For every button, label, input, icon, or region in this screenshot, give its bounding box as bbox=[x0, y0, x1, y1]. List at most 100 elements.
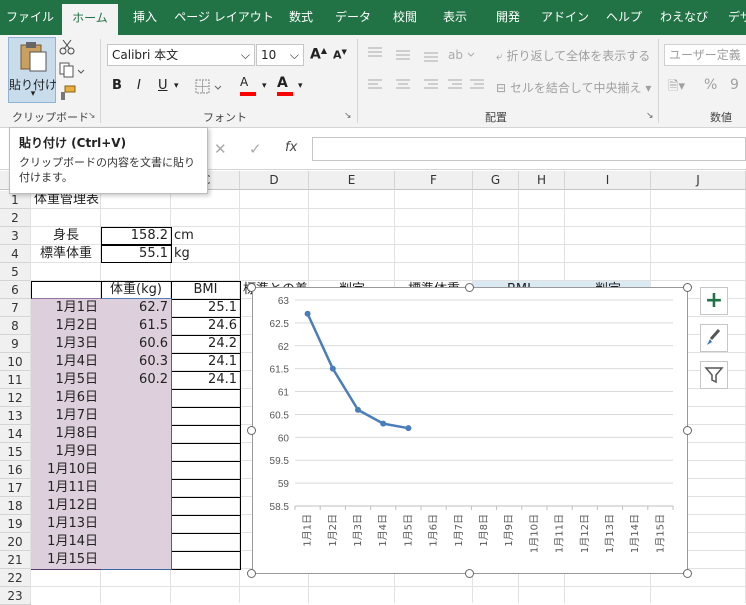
x-tick-label: 1月4日 bbox=[377, 514, 389, 547]
date-cell[interactable]: 1月4日 bbox=[31, 353, 101, 371]
bmi-cell[interactable]: 25.1 bbox=[171, 299, 240, 317]
chart-resize-handle[interactable] bbox=[247, 426, 256, 435]
bmi-cell[interactable] bbox=[171, 515, 240, 533]
chart-styles-button[interactable] bbox=[700, 324, 728, 352]
x-tick-label: 1月11日 bbox=[554, 514, 566, 553]
chart-resize-handle[interactable] bbox=[247, 569, 256, 578]
header-bmi-cell[interactable]: BMI bbox=[171, 281, 240, 299]
x-tick-label: 1月10日 bbox=[528, 514, 540, 553]
date-cell[interactable]: 1月7日 bbox=[31, 407, 101, 425]
data-point bbox=[329, 365, 336, 372]
y-tick-label: 59 bbox=[278, 479, 290, 490]
date-cell[interactable]: 1月11日 bbox=[31, 479, 101, 497]
x-tick-label: 1月13日 bbox=[604, 514, 616, 553]
weight-cell[interactable] bbox=[101, 407, 171, 425]
weight-cell[interactable]: 62.7 bbox=[101, 299, 171, 317]
weight-cell[interactable]: 60.3 bbox=[101, 353, 171, 371]
data-point bbox=[355, 406, 361, 413]
y-tick-label: 60 bbox=[278, 433, 290, 444]
weight-cell[interactable]: 60.6 bbox=[101, 335, 171, 353]
bmi-cell[interactable] bbox=[171, 497, 240, 515]
paste-tooltip: 貼り付け (Ctrl+V) クリップボードの内容を文書に貼り付けます。 bbox=[9, 127, 208, 194]
weight-cell[interactable] bbox=[101, 479, 171, 497]
x-tick-label: 1月1日 bbox=[302, 514, 314, 547]
header-weight-cell[interactable]: 体重(kg) bbox=[101, 281, 171, 299]
std-weight-value-cell[interactable]: 55.1 bbox=[101, 245, 172, 263]
chart-resize-handle[interactable] bbox=[465, 283, 474, 292]
date-cell[interactable]: 1月6日 bbox=[31, 389, 101, 407]
bmi-cell[interactable] bbox=[171, 389, 240, 407]
bmi-cell[interactable] bbox=[171, 407, 240, 425]
x-tick-label: 1月6日 bbox=[428, 514, 440, 547]
x-tick-label: 1月9日 bbox=[503, 514, 515, 547]
bmi-cell[interactable]: 24.1 bbox=[171, 371, 240, 389]
x-tick-label: 1月14日 bbox=[629, 514, 641, 553]
x-tick-label: 1月3日 bbox=[352, 514, 364, 547]
height-unit-cell[interactable]: cm bbox=[171, 227, 240, 245]
bmi-cell[interactable] bbox=[171, 479, 240, 497]
y-tick-label: 59.5 bbox=[270, 456, 290, 467]
date-cell[interactable]: 1月15日 bbox=[31, 551, 101, 569]
plus-icon: + bbox=[704, 288, 724, 313]
std-weight-label-cell[interactable]: 標準体重 bbox=[31, 245, 101, 263]
bmi-cell[interactable] bbox=[171, 425, 240, 443]
weight-cell[interactable] bbox=[101, 443, 171, 461]
date-cell[interactable]: 1月14日 bbox=[31, 533, 101, 551]
y-tick-label: 60.5 bbox=[270, 410, 290, 421]
y-tick-label: 62 bbox=[278, 342, 290, 353]
weight-cell[interactable]: 61.5 bbox=[101, 317, 171, 335]
weight-cell[interactable] bbox=[101, 389, 171, 407]
weight-cell[interactable] bbox=[101, 425, 171, 443]
weight-line-chart[interactable]: 63 62.5 62 61.5 61 60.5 60 59.5 59 58.5 1月1日 1月2日 1月… bbox=[252, 287, 688, 574]
bmi-cell[interactable] bbox=[171, 443, 240, 461]
x-tick-label: 1月15日 bbox=[654, 514, 666, 553]
chart-resize-handle[interactable] bbox=[683, 569, 692, 578]
date-cell[interactable]: 1月9日 bbox=[31, 443, 101, 461]
bmi-cell[interactable]: 24.6 bbox=[171, 317, 240, 335]
chart-resize-handle[interactable] bbox=[247, 283, 256, 292]
bmi-cell[interactable] bbox=[171, 461, 240, 479]
bmi-cell[interactable] bbox=[171, 533, 240, 551]
weight-cell[interactable] bbox=[101, 497, 171, 515]
chart-resize-handle[interactable] bbox=[465, 569, 474, 578]
height-label-cell[interactable]: 身長 bbox=[31, 227, 101, 245]
weight-cell[interactable] bbox=[101, 533, 171, 551]
x-tick-label: 1月5日 bbox=[402, 514, 414, 547]
data-point bbox=[380, 420, 387, 427]
y-tick-label: 62.5 bbox=[270, 319, 290, 330]
data-point bbox=[405, 425, 412, 432]
chart-elements-button[interactable]: + bbox=[700, 287, 728, 315]
chart-resize-handle[interactable] bbox=[683, 426, 692, 435]
date-cell[interactable]: 1月8日 bbox=[31, 425, 101, 443]
brush-icon bbox=[707, 329, 721, 345]
date-cell[interactable]: 1月13日 bbox=[31, 515, 101, 533]
tooltip-body: クリップボードの内容を文書に貼り付けます。 bbox=[19, 156, 195, 184]
filter-icon bbox=[704, 367, 724, 384]
x-tick-label: 1月2日 bbox=[327, 514, 339, 547]
data-point bbox=[304, 310, 311, 317]
y-tick-label: 63 bbox=[278, 296, 290, 307]
date-cell[interactable]: 1月10日 bbox=[31, 461, 101, 479]
date-cell[interactable]: 1月5日 bbox=[31, 371, 101, 389]
y-tick-label: 61 bbox=[278, 388, 290, 399]
bmi-cell[interactable] bbox=[171, 551, 240, 569]
chart-resize-handle[interactable] bbox=[683, 283, 692, 292]
weight-cell[interactable]: 60.2 bbox=[101, 371, 171, 389]
y-tick-label: 61.5 bbox=[270, 365, 290, 376]
date-cell[interactable]: 1月1日 bbox=[31, 299, 101, 317]
weight-cell[interactable] bbox=[101, 461, 171, 479]
bmi-cell[interactable]: 24.1 bbox=[171, 353, 240, 371]
date-cell[interactable]: 1月3日 bbox=[31, 335, 101, 353]
x-tick-label: 1月8日 bbox=[478, 514, 490, 547]
std-weight-unit-cell[interactable]: kg bbox=[171, 245, 240, 263]
x-tick-label: 1月12日 bbox=[579, 514, 591, 553]
height-value-cell[interactable]: 158.2 bbox=[101, 227, 172, 245]
weight-cell[interactable] bbox=[101, 551, 171, 569]
weight-cell[interactable] bbox=[101, 515, 171, 533]
bmi-cell[interactable]: 24.2 bbox=[171, 335, 240, 353]
y-tick-label: 58.5 bbox=[270, 502, 290, 513]
x-tick-label: 1月7日 bbox=[453, 514, 465, 547]
date-cell[interactable]: 1月12日 bbox=[31, 497, 101, 515]
date-cell[interactable]: 1月2日 bbox=[31, 317, 101, 335]
chart-filter-button[interactable] bbox=[700, 361, 728, 389]
